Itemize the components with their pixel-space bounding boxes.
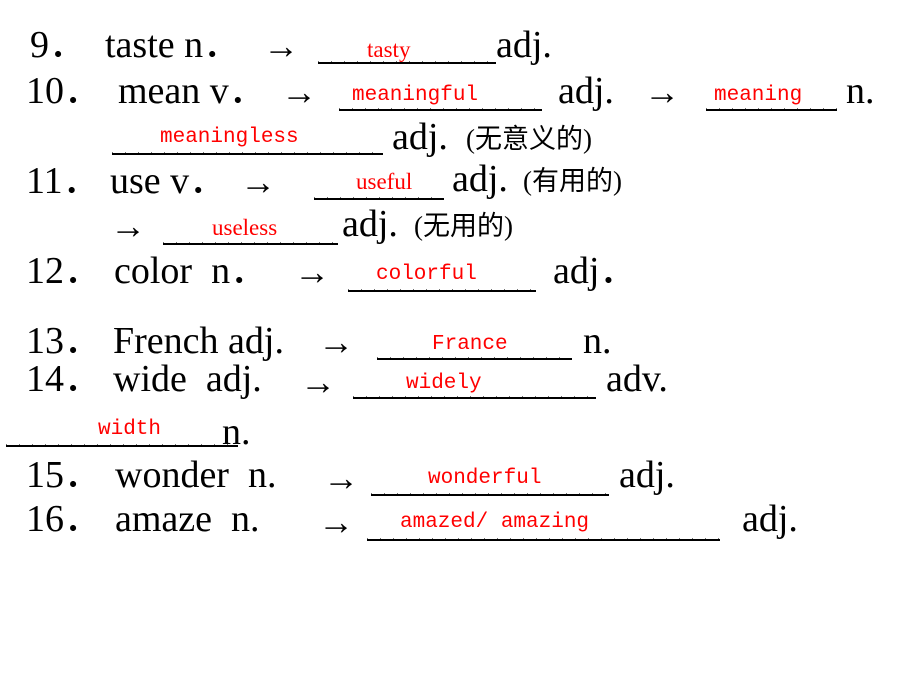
item-15-pos: adj. bbox=[619, 454, 675, 496]
item-10-number: 10． bbox=[26, 70, 103, 112]
item-10-prompt: mean v． bbox=[118, 70, 267, 112]
item-16-pos: adj. bbox=[742, 498, 798, 540]
worksheet-page: 9． taste n． → tasty adj. 10． mean v． → m… bbox=[0, 0, 920, 690]
item-10-arrow-2: → bbox=[644, 72, 680, 112]
item-10-answer-1[interactable]: meaningful bbox=[352, 85, 478, 106]
item-10-gloss-3: (无意义的) bbox=[466, 124, 592, 154]
item-11-gloss-2: (无用的) bbox=[414, 211, 513, 241]
item-12-blank-rule bbox=[348, 289, 536, 292]
item-11-arrow: → bbox=[240, 162, 276, 202]
item-14-arrow: → bbox=[300, 362, 336, 402]
item-10-blank-rule-3 bbox=[112, 152, 383, 155]
item-16-number: 16． bbox=[26, 498, 103, 540]
item-16-blank-rule bbox=[367, 538, 720, 541]
item-10-pos-2: n. bbox=[846, 70, 875, 112]
item-13-pos: n. bbox=[583, 320, 612, 362]
item-9-prompt: taste n． bbox=[105, 24, 242, 66]
item-10-blank-rule-1 bbox=[339, 108, 542, 111]
item-14-pos-1: adv. bbox=[606, 358, 668, 400]
item-14-number: 14． bbox=[26, 358, 103, 400]
item-9-arrow: → bbox=[263, 26, 299, 66]
item-15-blank-rule bbox=[371, 493, 609, 496]
item-14-blank-rule-2 bbox=[6, 444, 238, 447]
item-10-pos-3: adj. bbox=[392, 116, 448, 158]
item-9-answer[interactable]: tasty bbox=[367, 38, 410, 61]
item-16-prompt: amaze n. bbox=[115, 498, 260, 540]
item-11-answer-2[interactable]: useless bbox=[212, 216, 277, 239]
item-13-answer[interactable]: France bbox=[432, 334, 508, 355]
item-14-prompt: wide adj. bbox=[113, 358, 262, 400]
item-16-arrow: → bbox=[318, 502, 354, 542]
item-10-pos-1: adj. bbox=[558, 70, 614, 112]
item-12-number: 12． bbox=[26, 250, 103, 292]
item-12-arrow: → bbox=[294, 252, 330, 292]
item-13-prompt: French adj. bbox=[113, 320, 284, 362]
item-11-pos-2: adj. bbox=[342, 203, 398, 245]
item-10-blank-rule-2 bbox=[706, 108, 837, 111]
item-10-answer-3[interactable]: meaningless bbox=[160, 127, 299, 148]
item-14-answer-1[interactable]: widely bbox=[406, 373, 482, 394]
item-11-pos-1: adj. bbox=[452, 158, 508, 200]
item-11-number: 11． bbox=[26, 160, 101, 202]
item-11-prompt: use v． bbox=[110, 160, 228, 202]
item-15-arrow: → bbox=[323, 458, 359, 498]
item-10-arrow: → bbox=[281, 72, 317, 112]
item-11-answer-1[interactable]: useful bbox=[356, 170, 412, 193]
item-14-blank-rule-1 bbox=[353, 396, 596, 399]
item-9-pos: adj. bbox=[496, 24, 552, 66]
item-11-arrow-2: → bbox=[110, 206, 146, 246]
item-12-pos: adj． bbox=[553, 250, 638, 292]
item-14-answer-2[interactable]: width bbox=[98, 419, 161, 440]
item-11-gloss-1: (有用的) bbox=[523, 166, 622, 196]
item-9-number: 9． bbox=[30, 24, 88, 66]
item-12-answer[interactable]: colorful bbox=[376, 264, 477, 285]
item-13-number: 13． bbox=[26, 320, 103, 362]
item-12-prompt: color n． bbox=[114, 250, 269, 292]
item-13-arrow: → bbox=[318, 322, 354, 362]
item-10-answer-2[interactable]: meaning bbox=[714, 85, 802, 106]
item-15-number: 15． bbox=[26, 454, 103, 496]
item-16-answer[interactable]: amazed/ amazing bbox=[400, 512, 589, 533]
item-13-blank-rule bbox=[377, 357, 572, 360]
item-9-blank-rule bbox=[318, 61, 496, 64]
item-15-answer[interactable]: wonderful bbox=[428, 468, 541, 489]
item-15-prompt: wonder n. bbox=[115, 454, 277, 496]
item-11-blank-rule-2 bbox=[163, 242, 338, 245]
item-11-blank-rule-1 bbox=[314, 197, 444, 200]
item-14-pos-2: n. bbox=[222, 411, 251, 453]
